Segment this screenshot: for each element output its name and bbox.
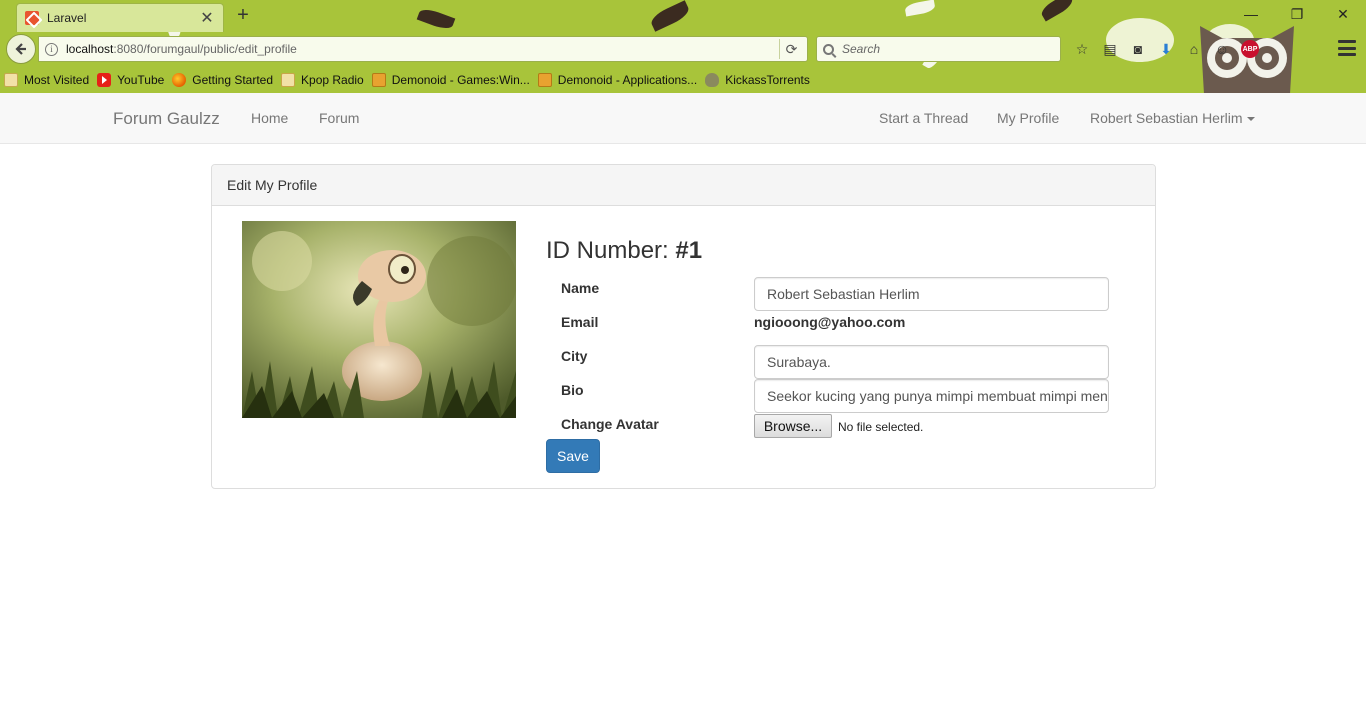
bookmark-demonoid-apps[interactable]: Demonoid - Applications...	[537, 73, 697, 87]
bookmark-most-visited[interactable]: Most Visited	[4, 73, 89, 87]
youtube-icon	[97, 73, 112, 87]
city-label: City	[561, 348, 588, 364]
profile-avatar-image	[242, 221, 516, 418]
url-bar[interactable]: i localhost:8080/forumgaul/public/edit_p…	[38, 36, 808, 62]
back-button[interactable]	[6, 34, 36, 64]
url-path: :8080/forumgaul/public/edit_profile	[113, 42, 297, 56]
reading-list-icon[interactable]: ▤	[1098, 38, 1122, 60]
search-placeholder: Search	[842, 42, 881, 56]
navigation-toolbar: i localhost:8080/forumgaul/public/edit_p…	[0, 32, 1366, 67]
search-input[interactable]: Search	[816, 36, 1061, 62]
id-value: #1	[675, 237, 703, 264]
toolbar-icons: ☆ ▤ ◙ ⬇ ⌂ ☺ ABP	[1070, 38, 1262, 60]
bookmark-star-icon[interactable]: ☆	[1070, 38, 1094, 60]
site-info-icon[interactable]: i	[45, 42, 58, 56]
pocket-icon[interactable]: ◙	[1126, 38, 1150, 60]
adblock-icon[interactable]: ABP	[1238, 38, 1262, 60]
minimize-button[interactable]: —	[1228, 0, 1274, 28]
home-icon[interactable]: ⌂	[1182, 38, 1206, 60]
new-tab-button[interactable]: +	[232, 4, 254, 27]
change-avatar-label: Change Avatar	[561, 416, 659, 432]
bookmark-kpop-radio[interactable]: Kpop Radio	[281, 73, 364, 87]
site-brand[interactable]: Forum Gaulzz	[113, 93, 220, 144]
name-input[interactable]: Robert Sebastian Herlim	[754, 277, 1109, 311]
bookmark-getting-started[interactable]: Getting Started	[172, 73, 273, 87]
reload-icon[interactable]: ⟳	[779, 39, 803, 59]
edit-profile-panel: Edit My Profile ID Number: #1 Name Rober…	[211, 164, 1156, 489]
rss-icon	[371, 73, 386, 87]
bookmark-youtube[interactable]: YouTube	[97, 73, 164, 87]
hamburger-menu-icon[interactable]	[1338, 40, 1356, 56]
bookmark-demonoid-games[interactable]: Demonoid - Games:Win...	[371, 73, 530, 87]
laravel-favicon-icon	[25, 11, 39, 25]
nav-my-profile[interactable]: My Profile	[997, 93, 1059, 144]
user-menu-dropdown[interactable]: Robert Sebastian Herlim	[1090, 93, 1255, 144]
user-menu-label: Robert Sebastian Herlim	[1090, 110, 1243, 126]
back-arrow-icon	[15, 43, 26, 55]
file-status: No file selected.	[838, 420, 924, 434]
name-label: Name	[561, 280, 600, 296]
folder-icon	[4, 73, 18, 87]
bio-input[interactable]: Seekor kucing yang punya mimpi membuat m…	[754, 379, 1109, 413]
site-navbar: Forum Gaulzz Home Forum Start a Thread M…	[0, 93, 1366, 144]
close-window-button[interactable]: ✕	[1320, 0, 1366, 28]
nav-forum[interactable]: Forum	[319, 93, 359, 144]
tab-laravel[interactable]: Laravel ✕	[16, 3, 224, 32]
email-value: ngiooong@yahoo.com	[754, 314, 906, 330]
extension-icon[interactable]: ☺	[1210, 38, 1234, 60]
rss-icon	[537, 73, 552, 87]
bio-label: Bio	[561, 382, 584, 398]
tab-title: Laravel	[47, 11, 87, 25]
panel-heading: Edit My Profile	[212, 165, 1155, 206]
bookmarks-bar: Most Visited YouTube Getting Started Kpo…	[0, 68, 818, 92]
url-host: localhost	[66, 42, 114, 56]
nav-home[interactable]: Home	[251, 93, 288, 144]
kickass-icon	[705, 73, 720, 87]
download-icon[interactable]: ⬇	[1154, 38, 1178, 60]
tab-close-icon[interactable]: ✕	[199, 8, 215, 28]
search-icon	[823, 43, 834, 55]
city-input[interactable]: Surabaya.	[754, 345, 1109, 379]
save-button[interactable]: Save	[546, 439, 600, 473]
tab-strip: Laravel ✕ + — ❐ ✕	[0, 0, 1366, 32]
bookmark-kickass[interactable]: KickassTorrents	[705, 73, 810, 87]
folder-icon	[281, 73, 296, 87]
nav-start-thread[interactable]: Start a Thread	[879, 93, 968, 144]
browse-file-button[interactable]: Browse...	[754, 414, 832, 438]
firefox-icon	[172, 73, 187, 87]
id-number-heading: ID Number: #1	[546, 237, 702, 265]
window-controls: — ❐ ✕	[1228, 0, 1366, 28]
id-label: ID Number:	[546, 237, 669, 264]
email-label: Email	[561, 314, 599, 330]
browser-chrome: Laravel ✕ + — ❐ ✕ i localhost:8080/forum…	[0, 0, 1366, 93]
restore-button[interactable]: ❐	[1274, 0, 1320, 28]
caret-down-icon	[1246, 117, 1255, 122]
